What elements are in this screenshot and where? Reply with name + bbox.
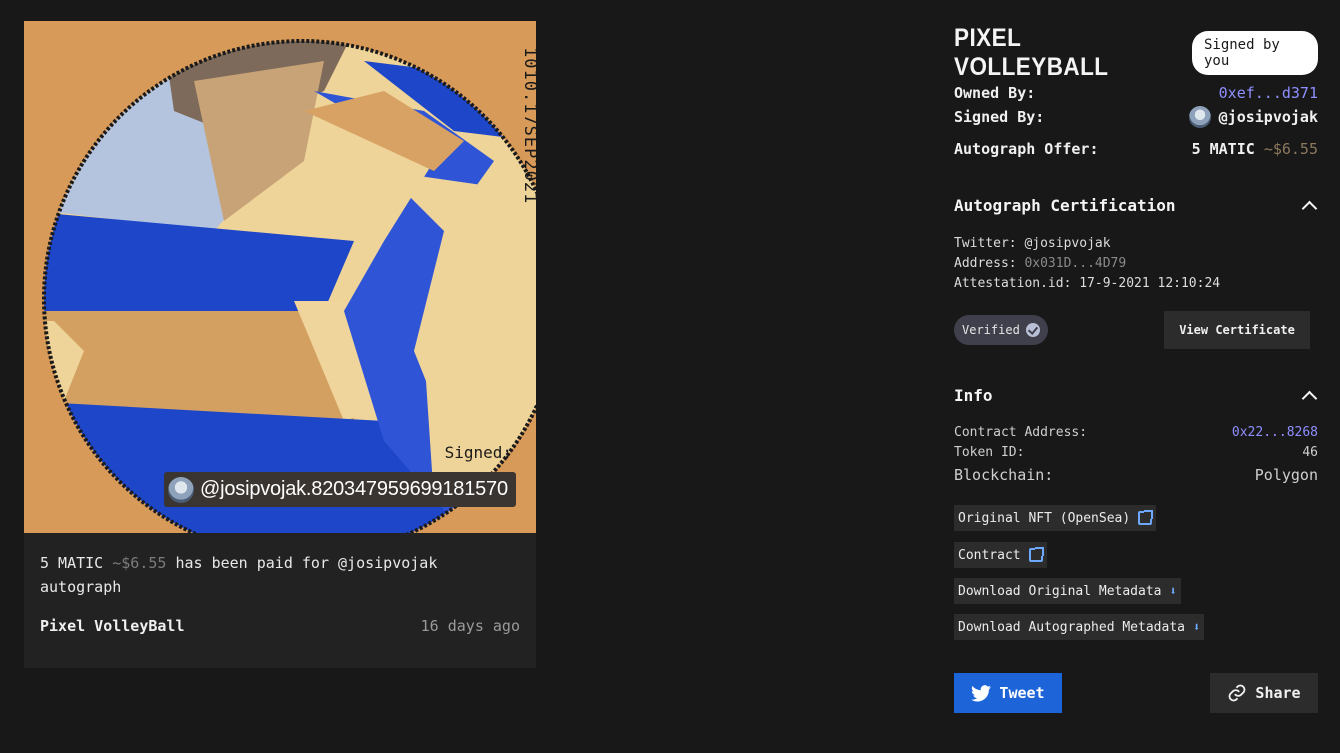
offer-row: Autograph Offer: 5 MATIC ~$6.55 [954, 140, 1318, 158]
date-stamp: 1010.17SEP2021 [520, 47, 536, 205]
download-autographed-metadata-link[interactable]: Download Autographed Metadata ⬇ [954, 614, 1205, 640]
card-time: 16 days ago [420, 617, 520, 635]
certification-heading: Autograph Certification [954, 196, 1176, 215]
contract-address-link[interactable]: 0x22...8268 [1232, 425, 1318, 440]
check-icon [1025, 323, 1040, 337]
owner-address-link[interactable]: 0xef...d371 [1219, 84, 1318, 102]
original-nft-link[interactable]: Original NFT (OpenSea) [954, 505, 1157, 531]
card-title: Pixel VolleyBall [40, 617, 185, 635]
verified-label: Verified [962, 323, 1020, 337]
address-value: 0x031D...4D79 [1024, 256, 1127, 271]
blockchain-row: Blockchain: Polygon [954, 466, 1318, 484]
share-button[interactable]: Share [1210, 673, 1318, 713]
payment-message: 5 MATIC ~$6.55 has been paid for @josipv… [40, 551, 510, 599]
offer-amount: 5 MATIC [1191, 140, 1255, 158]
address-label: Address: [954, 256, 1017, 271]
avatar [1188, 106, 1211, 128]
token-id-value: 46 [1302, 445, 1318, 460]
download-icon: ⬇ [1192, 620, 1201, 634]
original-nft-label: Original NFT (OpenSea) [958, 510, 1131, 526]
info-heading: Info [954, 386, 993, 405]
certification-section-toggle[interactable]: Autograph Certification [954, 196, 1318, 215]
link-icon [1229, 684, 1246, 702]
blockchain-label: Blockchain: [954, 466, 1054, 484]
chevron-up-icon[interactable] [1300, 387, 1318, 405]
attestation-line: Attestation.id: 17-9-2021 12:10:24 [954, 276, 1220, 291]
offer-label: Autograph Offer: [954, 140, 1099, 158]
signer-handle: @josipvojak [1218, 108, 1318, 126]
page-title: PIXEL VOLLEYBALL [954, 24, 1109, 81]
paid-amount: 5 MATIC [40, 554, 104, 572]
attestation-label: Attestation.id: [954, 276, 1072, 291]
verified-badge: Verified [954, 315, 1048, 345]
download-original-metadata-link[interactable]: Download Original Metadata ⬇ [954, 578, 1181, 604]
card-footer: 5 MATIC ~$6.55 has been paid for @josipv… [24, 533, 536, 668]
signed-by-row: Signed By: @josipvojak [954, 106, 1318, 128]
offer-value: 5 MATIC ~$6.55 [1192, 140, 1318, 158]
download-icon: ⬇ [1169, 584, 1177, 598]
contract-label: Contract [958, 547, 1021, 563]
download-autographed-label: Download Autographed Metadata [958, 619, 1185, 635]
owned-by-row: Owned By: 0xef...d371 [954, 84, 1318, 102]
token-id-row: Token ID: 46 [954, 445, 1318, 460]
twitter-label: Twitter: [954, 236, 1017, 251]
twitter-line: Twitter: @josipvojak [954, 236, 1111, 251]
owned-by-label: Owned By: [954, 84, 1036, 102]
view-certificate-button[interactable]: View Certificate [1164, 311, 1310, 349]
signature-overlay: @josipvojak.820347959699181570 [164, 472, 516, 507]
signature-text: @josipvojak.820347959699181570 [200, 478, 508, 500]
contract-link[interactable]: Contract [954, 542, 1047, 568]
attestation-value: 17-9-2021 12:10:24 [1079, 276, 1221, 291]
twitter-value: @josipvojak [1024, 236, 1111, 251]
signed-by-label: Signed By: [954, 108, 1045, 126]
external-link-icon [1138, 510, 1154, 525]
chevron-up-icon[interactable] [1300, 197, 1318, 215]
address-line: Address: 0x031D...4D79 [954, 256, 1126, 271]
status-badge: Signed by you [1191, 31, 1318, 75]
title-row: PIXEL VOLLEYBALL Signed by you [954, 24, 1318, 82]
external-link-icon [1028, 547, 1044, 562]
tweet-button[interactable]: Tweet [954, 673, 1062, 713]
signer-link[interactable]: @josipvojak [1188, 106, 1318, 128]
download-original-label: Download Original Metadata [958, 583, 1162, 599]
token-id-label: Token ID: [954, 445, 1025, 460]
blockchain-value: Polygon [1254, 466, 1318, 484]
share-label: Share [1255, 684, 1301, 702]
signed-label: Signed: [444, 443, 512, 462]
twitter-bird-icon [971, 684, 992, 701]
tweet-label: Tweet [999, 684, 1045, 702]
paid-usd: ~$6.55 [112, 554, 167, 572]
info-section-toggle[interactable]: Info [954, 386, 1318, 405]
contract-address-label: Contract Address: [954, 425, 1088, 440]
contract-address-row: Contract Address: 0x22...8268 [954, 425, 1318, 440]
nft-image[interactable]: 1010.17SEP2021 Signed: @josipvojak.82034… [24, 21, 536, 533]
offer-usd: ~$6.55 [1263, 140, 1318, 158]
avatar [168, 476, 194, 503]
